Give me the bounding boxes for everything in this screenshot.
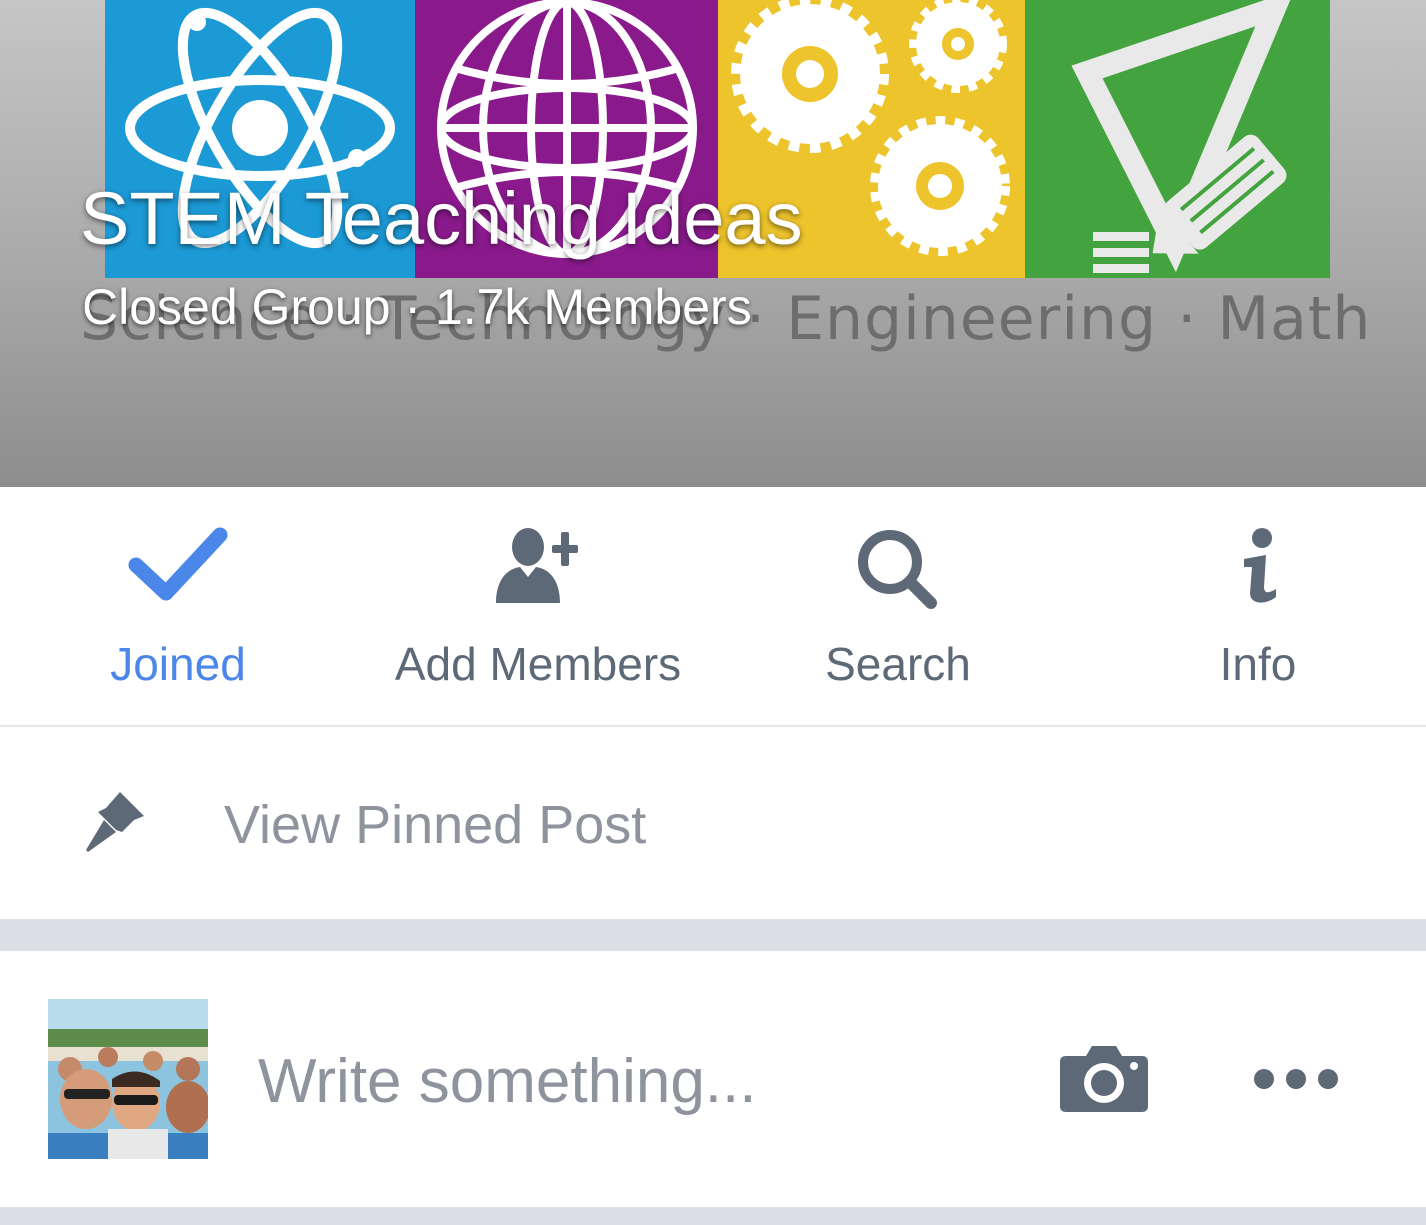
search-button[interactable]: Search <box>720 487 1076 725</box>
view-pinned-post-label[interactable]: View Pinned Post <box>224 794 646 856</box>
pushpin-icon <box>86 792 144 852</box>
joined-label: Joined <box>110 638 246 690</box>
info-button[interactable]: Info <box>1080 487 1426 725</box>
avatar[interactable] <box>48 999 208 1159</box>
group-cover-photo[interactable]: Science · Technology · Engineering · Mat… <box>0 0 1426 487</box>
info-label: Info <box>1219 638 1297 690</box>
search-label: Search <box>825 638 971 690</box>
view-pinned-post-row[interactable] <box>0 727 1426 919</box>
add-members-button[interactable]: Add Members <box>360 487 716 725</box>
joined-button[interactable]: Joined <box>0 487 356 725</box>
write-something-input[interactable]: Write something... <box>258 1046 756 1117</box>
group-action-bar: Joined Add Members Search Info <box>0 487 1426 727</box>
math-ruler-panel <box>1025 0 1330 278</box>
checkmark-icon <box>128 527 228 601</box>
camera-icon[interactable] <box>1058 1044 1150 1114</box>
add-members-label: Add Members <box>394 638 682 690</box>
info-icon <box>1244 528 1276 603</box>
add-person-icon <box>496 528 578 603</box>
more-dots-icon[interactable] <box>1252 1066 1340 1092</box>
group-title[interactable]: STEM Teaching Ideas <box>80 176 803 261</box>
magnifier-icon <box>858 530 937 609</box>
group-subtitle[interactable]: Closed Group · 1.7k Members <box>82 278 752 336</box>
